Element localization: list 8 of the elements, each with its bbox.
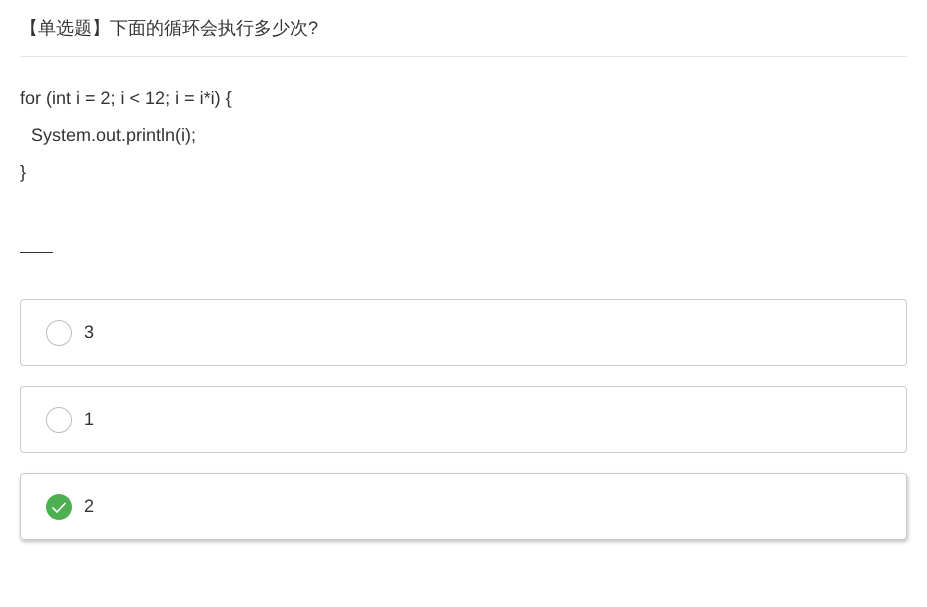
fill-in-line[interactable]: [20, 249, 53, 253]
option-card[interactable]: 1: [20, 386, 907, 453]
code-line: }: [20, 162, 26, 182]
option-card[interactable]: 3: [20, 299, 907, 366]
question-title: 【单选题】下面的循环会执行多少次?: [20, 17, 318, 40]
code-line: for (int i = 2; i < 12; i = i*i) {: [20, 88, 232, 108]
option-card[interactable]: 2: [20, 473, 907, 540]
code-line: System.out.println(i);: [31, 125, 196, 145]
